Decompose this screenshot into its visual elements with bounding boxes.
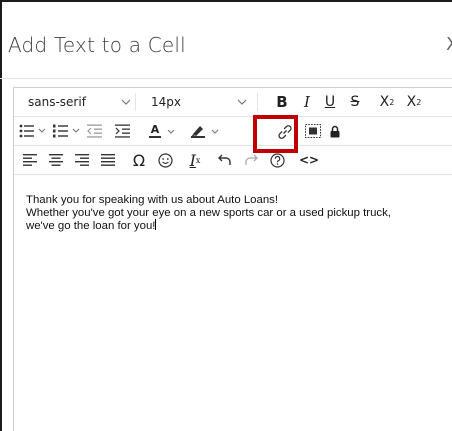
bullet-list-button[interactable] [18, 119, 48, 143]
toolbar-row-2: A [14, 117, 452, 146]
toolbar-separator [135, 93, 136, 111]
content-line: Thank you for speaking with us about Aut… [26, 194, 279, 206]
embed-button[interactable] [302, 119, 324, 143]
source-code-button[interactable]: <> [298, 148, 320, 172]
subscript-button[interactable]: X 2 [402, 90, 426, 114]
numbered-list-button[interactable] [52, 119, 82, 143]
text-cursor [155, 219, 157, 230]
toolbar-separator [257, 93, 258, 111]
omega-icon: Ω [132, 150, 146, 170]
outdent-icon [87, 124, 102, 138]
align-right-icon [75, 154, 89, 166]
undo-icon [218, 154, 231, 165]
highlight-color-button[interactable] [185, 119, 225, 143]
dialog-title: Add Text to a Cell [8, 33, 186, 57]
bold-button[interactable]: B [272, 90, 292, 114]
align-right-button[interactable] [72, 148, 92, 172]
highlighter-icon [191, 124, 205, 138]
italic-button[interactable]: I [297, 90, 317, 114]
italic-label: I [304, 93, 310, 111]
font-family-value: sans-serif [28, 95, 86, 109]
text-color-icon: A [149, 124, 161, 138]
editor-content-area[interactable]: Thank you for speaking with us about Aut… [26, 194, 446, 233]
font-size-select[interactable]: 14px [151, 90, 251, 114]
bold-label: B [276, 93, 288, 111]
chevron-down-icon [167, 129, 175, 134]
numbered-list-icon [53, 124, 80, 138]
text-color-glyph: A [150, 123, 160, 136]
underline-label: U [324, 94, 336, 110]
superscript-button[interactable]: X 2 [375, 90, 399, 114]
content-line-last: we've go the loan for you! [26, 219, 446, 233]
close-button[interactable]: X [446, 34, 452, 55]
chevron-down-icon [211, 129, 219, 134]
font-size-value: 14px [151, 95, 181, 109]
align-center-icon [49, 154, 63, 166]
link-button-highlight [253, 115, 298, 153]
embed-icon [305, 124, 321, 138]
bullet-list-icon [19, 124, 46, 138]
toolbar-row-3: Ω I x <> [14, 146, 452, 175]
indent-button[interactable] [112, 119, 134, 143]
rich-text-editor: sans-serif 14px B I U S X 2 X 2 A Ω I x … [13, 87, 452, 431]
content-line: Whether you've got your eye on a new spo… [26, 206, 391, 219]
superscript-base: X [379, 94, 390, 110]
clear-format-sub: x [195, 155, 201, 165]
code-icon: <> [298, 153, 320, 167]
redo-icon [245, 154, 258, 165]
outdent-button[interactable] [84, 119, 106, 143]
align-left-icon [23, 154, 37, 166]
chevron-down-icon [237, 99, 247, 105]
toolbar-row-1: sans-serif 14px B I U S X 2 X 2 [14, 88, 452, 117]
content-line-text: we've go the loan for you! [26, 220, 156, 232]
justify-button[interactable] [98, 148, 118, 172]
justify-icon [101, 154, 115, 166]
font-family-select[interactable]: sans-serif [28, 90, 138, 114]
clear-formatting-button[interactable]: I x [184, 148, 206, 172]
subscript-mark: 2 [416, 97, 422, 107]
lock-button[interactable] [326, 119, 344, 143]
align-left-button[interactable] [20, 148, 40, 172]
strikethrough-label: S [350, 94, 360, 110]
superscript-mark: 2 [389, 97, 395, 107]
indent-icon [115, 124, 130, 138]
lock-icon [330, 125, 340, 137]
undo-button[interactable] [214, 148, 236, 172]
help-icon [269, 152, 285, 168]
smiley-icon [157, 152, 173, 168]
text-color-button[interactable]: A [144, 119, 180, 143]
special-character-button[interactable]: Ω [128, 148, 150, 172]
underline-button[interactable]: U [320, 90, 340, 114]
emoji-button[interactable] [154, 148, 176, 172]
strikethrough-button[interactable]: S [345, 90, 365, 114]
subscript-base: X [406, 94, 417, 110]
align-center-button[interactable] [46, 148, 66, 172]
chevron-down-icon [121, 99, 131, 105]
header-divider [0, 78, 452, 79]
